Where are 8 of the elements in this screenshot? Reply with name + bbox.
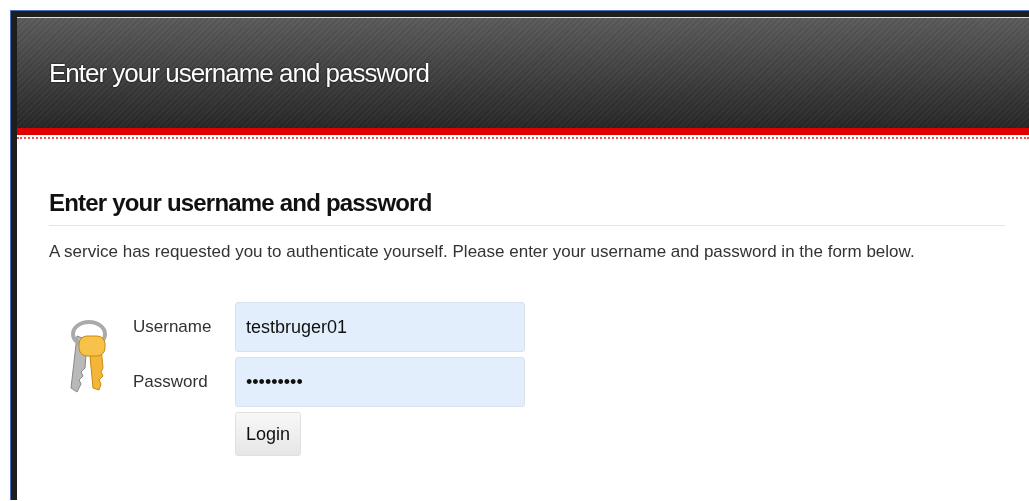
password-field[interactable]: •••••••••: [235, 357, 525, 407]
header-title: Enter your username and password: [49, 57, 429, 89]
intro-text: A service has requested you to authenticate yourself. Please enter your username and password in the form below.: [49, 241, 916, 263]
username-field[interactable]: testbruger01: [235, 302, 525, 352]
field-label: Username: [133, 317, 213, 337]
login-button[interactable]: Login: [235, 412, 302, 456]
field-label: Password: [133, 372, 209, 392]
page-heading: Enter your username and password: [49, 189, 1005, 226]
